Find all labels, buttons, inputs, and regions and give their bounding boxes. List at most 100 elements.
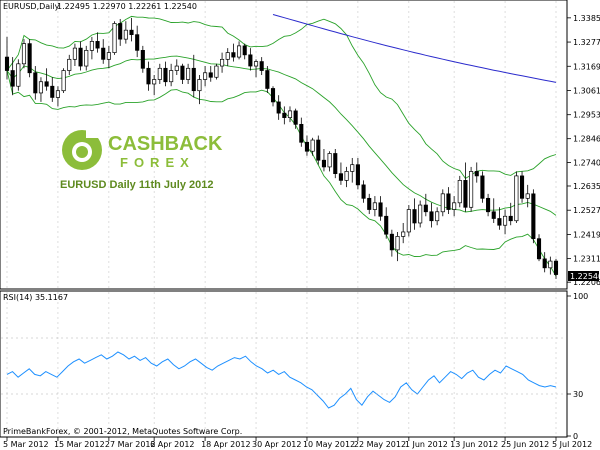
candle-down bbox=[95, 41, 100, 49]
candle-up bbox=[174, 65, 179, 71]
candle-up bbox=[525, 193, 530, 199]
copyright-text: PrimeBankForex, © 2001-2012, MetaQuotes … bbox=[3, 427, 242, 436]
candle-down bbox=[519, 175, 525, 199]
rsi-tick-label: 100 bbox=[573, 292, 588, 301]
candle-down bbox=[276, 101, 281, 114]
time-tick-label: 13 Jun 2012 bbox=[450, 440, 498, 449]
candle-down bbox=[191, 67, 196, 92]
candle-down bbox=[384, 215, 389, 235]
candle-down bbox=[304, 141, 310, 152]
candle-up bbox=[469, 171, 474, 208]
price-tick-label: 1.23110 bbox=[573, 255, 600, 264]
candle-down bbox=[531, 193, 536, 240]
price-tick-label: 1.25270 bbox=[573, 206, 600, 215]
candle-down bbox=[242, 45, 247, 56]
price-tick-label: 1.28460 bbox=[573, 135, 600, 144]
candle-up bbox=[220, 58, 225, 67]
candle-down bbox=[33, 72, 38, 94]
candle-up bbox=[350, 164, 355, 172]
time-tick-label: 5 Mar 2012 bbox=[3, 440, 49, 449]
candle-down bbox=[208, 72, 213, 78]
candle-down bbox=[101, 47, 106, 60]
candle-down bbox=[10, 70, 15, 87]
candle-down bbox=[163, 67, 168, 83]
candle-up bbox=[38, 81, 44, 94]
candle-down bbox=[389, 233, 394, 251]
candle-down bbox=[259, 61, 264, 71]
candle-down bbox=[4, 56, 10, 71]
price-tick-label: 1.31690 bbox=[573, 62, 600, 71]
logo-brand-bottom: FOREX bbox=[120, 155, 195, 170]
candle-up bbox=[344, 171, 349, 181]
candle-up bbox=[214, 65, 219, 78]
candle-up bbox=[514, 175, 519, 222]
symbol-label: EURUSD,Daily bbox=[3, 2, 60, 11]
price-tick-label: 1.29530 bbox=[573, 111, 600, 120]
candle-down bbox=[282, 112, 287, 118]
candle-up bbox=[21, 43, 27, 65]
price-tick-label: 1.33850 bbox=[573, 14, 600, 23]
candle-up bbox=[406, 209, 411, 233]
candle-up bbox=[186, 67, 191, 80]
price-tick-label: 1.24190 bbox=[573, 230, 600, 239]
rsi-panel bbox=[0, 290, 568, 438]
candle-down bbox=[321, 159, 326, 168]
candle-up bbox=[112, 23, 117, 53]
candle-up bbox=[503, 215, 508, 226]
candle-up bbox=[169, 70, 174, 83]
candle-down bbox=[78, 47, 83, 67]
candle-down bbox=[367, 197, 372, 210]
candle-up bbox=[237, 45, 242, 58]
candle-up bbox=[287, 110, 293, 118]
candle-up bbox=[310, 139, 315, 152]
trading-chart: CASHBACK FOREX EURUSD Daily 11th July 20… bbox=[0, 0, 600, 449]
rsi-label: RSI(14) 35.1167 bbox=[3, 293, 68, 302]
candle-down bbox=[361, 184, 366, 199]
candle-up bbox=[106, 52, 111, 60]
candle-down bbox=[180, 65, 185, 80]
price-axis: 1.33850 1.32770 1.31690 1.30610 1.29530 1.284… bbox=[567, 14, 600, 287]
time-tick-label: 10 May 2012 bbox=[303, 440, 355, 449]
candle-up bbox=[435, 211, 440, 222]
candle-down bbox=[140, 50, 145, 69]
candle-down bbox=[463, 180, 468, 208]
candle-up bbox=[452, 202, 457, 210]
candle-up bbox=[16, 63, 21, 87]
price-tick-label: 1.26350 bbox=[573, 182, 600, 191]
candle-down bbox=[135, 34, 140, 51]
candle-down bbox=[293, 110, 298, 125]
candle-up bbox=[401, 231, 406, 237]
candle-up bbox=[203, 72, 208, 80]
candle-down bbox=[429, 211, 434, 222]
candle-up bbox=[372, 202, 377, 210]
time-tick-label: 1 Jun 2012 bbox=[405, 440, 448, 449]
candle-down bbox=[129, 29, 134, 36]
candle-down bbox=[497, 218, 502, 226]
price-tick-label: 1.27400 bbox=[573, 158, 600, 167]
candle-up bbox=[89, 41, 94, 51]
watermark-caption: EURUSD Daily 11th July 2012 bbox=[60, 179, 213, 191]
time-tick-label: 6 Apr 2012 bbox=[150, 440, 194, 449]
candle-up bbox=[440, 193, 445, 213]
candle-down bbox=[423, 204, 428, 213]
time-axis: 5 Mar 2012 15 Mar 2012 27 Mar 20126 Apr 20… bbox=[3, 437, 592, 449]
candle-down bbox=[480, 175, 485, 199]
candle-down bbox=[486, 197, 491, 213]
time-tick-label: 5 Jul 2012 bbox=[552, 440, 592, 449]
time-tick-label: 27 Mar 2012 bbox=[105, 440, 156, 449]
candle-up bbox=[157, 67, 162, 80]
candle-down bbox=[412, 209, 417, 224]
candle-down bbox=[27, 43, 32, 74]
candle-down bbox=[44, 81, 49, 87]
candle-up bbox=[253, 61, 259, 67]
time-tick-label: 25 Jun 2012 bbox=[501, 440, 549, 449]
candle-down bbox=[118, 23, 123, 40]
candle-up bbox=[152, 79, 157, 85]
candle-down bbox=[316, 139, 321, 161]
time-tick-label: 15 Mar 2012 bbox=[54, 440, 105, 449]
candle-down bbox=[333, 153, 338, 175]
candle-down bbox=[378, 202, 383, 217]
candle-up bbox=[225, 52, 230, 60]
candle-up bbox=[197, 79, 202, 92]
candle-down bbox=[536, 238, 542, 260]
